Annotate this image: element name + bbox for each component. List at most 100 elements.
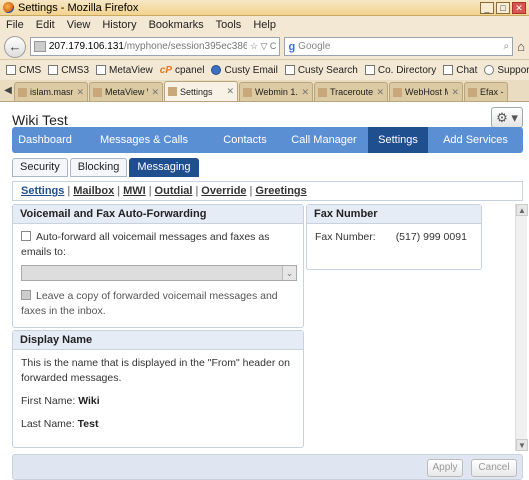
display-name-panel: Display Name This is the name that is di… <box>12 330 304 448</box>
browser-tab[interactable]: WebHost Ma...✕ <box>389 82 463 101</box>
fax-number-value: (517) 999 0091 <box>395 231 467 243</box>
browser-tab[interactable]: islam.masnm...✕ <box>14 82 88 101</box>
tab-close-icon[interactable]: ✕ <box>76 87 84 98</box>
nav-dashboard[interactable]: Dashboard <box>12 127 78 153</box>
tab-scroll-left-icon[interactable]: ◀ <box>2 85 14 96</box>
link-mwi[interactable]: MWI <box>123 185 146 197</box>
tab-messaging[interactable]: Messaging <box>129 158 199 177</box>
bookmark-co-directory[interactable]: Co. Directory <box>364 65 436 76</box>
keep-copy-option: Leave a copy of forwarded voicemail mess… <box>21 289 295 319</box>
first-name-value: Wiki <box>78 395 100 407</box>
url-path: /myphone/session395ec38631c <box>123 41 247 52</box>
tab-close-icon[interactable]: ✕ <box>226 86 234 97</box>
browser-tab[interactable]: Efax - <box>464 82 508 101</box>
bookmark-icon <box>443 65 454 75</box>
tab-favicon-icon <box>468 87 477 97</box>
url-controls[interactable]: ☆ ▽ C <box>250 41 277 52</box>
menu-file[interactable]: File <box>6 19 24 31</box>
scroll-down-icon[interactable]: ▼ <box>516 439 528 451</box>
gear-icon[interactable]: ⚙ ▾ <box>491 107 523 128</box>
auto-forward-checkbox[interactable] <box>21 231 31 241</box>
maximize-button[interactable]: □ <box>496 1 510 14</box>
display-name-description: This is the name that is displayed in th… <box>21 357 290 384</box>
separator: | <box>249 185 253 197</box>
browser-tab[interactable]: MetaView W...✕ <box>89 82 163 101</box>
url-bar[interactable]: 207.179.106.131/myphone/session395ec3863… <box>29 37 281 56</box>
bookmark-cpanel[interactable]: cP cpanel <box>160 65 205 76</box>
menu-tools[interactable]: Tools <box>216 19 242 31</box>
bookmark-support-clock[interactable]: Support Clock <box>484 65 529 76</box>
firefox-icon <box>3 2 14 13</box>
link-settings[interactable]: Settings <box>21 185 64 197</box>
tab-security[interactable]: Security <box>12 158 68 177</box>
tab-label: islam.masnm... <box>30 87 73 97</box>
bookmark-cms3[interactable]: CMS3 <box>48 65 89 76</box>
tab-favicon-icon <box>168 87 177 96</box>
minimize-button[interactable]: _ <box>480 1 494 14</box>
menu-view[interactable]: View <box>67 19 91 31</box>
tab-label: MetaView W... <box>105 87 148 97</box>
tab-strip: ◀ islam.masnm...✕ MetaView W...✕ Setting… <box>0 80 529 102</box>
last-name-row: Last Name: Test <box>21 417 295 432</box>
last-name-value: Test <box>77 418 99 430</box>
menu-help[interactable]: Help <box>253 19 276 31</box>
link-override[interactable]: Override <box>201 185 246 197</box>
window-titlebar: Settings - Mozilla Firefox _ □ ✕ <box>0 0 529 16</box>
tab-label: Settings <box>180 86 213 97</box>
close-button[interactable]: ✕ <box>512 1 526 14</box>
page-content: Wiki Test ⚙ ▾ Dashboard Messages & Calls… <box>0 103 529 480</box>
scroll-up-icon[interactable]: ▲ <box>516 204 528 216</box>
bookmark-custy-email[interactable]: Custy Email <box>211 65 278 76</box>
display-name-panel-title: Display Name <box>13 331 303 350</box>
nav-settings[interactable]: Settings <box>368 127 428 153</box>
menu-history[interactable]: History <box>102 19 136 31</box>
browser-tab-active[interactable]: Settings ✕ <box>164 81 238 101</box>
bookmark-metaview[interactable]: MetaView <box>96 65 153 76</box>
menu-edit[interactable]: Edit <box>36 19 55 31</box>
search-bar[interactable]: g Google ⌕ <box>284 37 514 56</box>
menu-bar: File Edit View History Bookmarks Tools H… <box>0 16 529 34</box>
content-scrollbar[interactable]: ▲ ▼ <box>515 204 528 451</box>
bookmark-cms[interactable]: CMS <box>6 65 41 76</box>
tab-close-icon[interactable]: ✕ <box>376 87 384 98</box>
nav-messages-calls[interactable]: Messages & Calls <box>78 127 210 153</box>
keep-copy-checkbox[interactable] <box>21 290 31 300</box>
nav-contacts[interactable]: Contacts <box>210 127 280 153</box>
bookmark-icon <box>284 65 295 75</box>
bookmark-icon <box>6 65 16 75</box>
keep-copy-label: Leave a copy of forwarded voicemail mess… <box>21 290 278 317</box>
tab-close-icon[interactable]: ✕ <box>301 87 309 98</box>
bookmark-custy-search[interactable]: Custy Search <box>284 65 358 76</box>
nav-call-manager[interactable]: Call Manager <box>280 127 368 153</box>
form-footer: Apply Cancel <box>12 454 523 480</box>
tab-close-icon[interactable]: ✕ <box>451 87 459 98</box>
back-button[interactable]: ← <box>4 35 26 58</box>
browser-tab[interactable]: Traceroute, ...✕ <box>314 82 388 101</box>
tab-label: WebHost Ma... <box>405 87 448 97</box>
url-text[interactable]: 207.179.106.131/myphone/session395ec3863… <box>49 41 247 52</box>
menu-bookmarks[interactable]: Bookmarks <box>149 19 204 31</box>
separator: | <box>67 185 71 197</box>
google-icon[interactable]: g <box>288 41 295 53</box>
chevron-down-icon[interactable]: ⌄ <box>282 266 296 280</box>
search-icon[interactable]: ⌕ <box>504 41 510 52</box>
link-outdial[interactable]: Outdial <box>155 185 193 197</box>
separator: | <box>117 185 121 197</box>
bookmark-label: Chat <box>456 64 478 76</box>
last-name-label: Last Name: <box>21 418 75 430</box>
tab-blocking[interactable]: Blocking <box>69 158 128 177</box>
bookmark-chat[interactable]: Chat <box>443 65 477 76</box>
site-identity-icon[interactable] <box>33 41 46 52</box>
forwarding-panel: Voicemail and Fax Auto-Forwarding Auto-f… <box>12 204 304 328</box>
link-greetings[interactable]: Greetings <box>255 185 306 197</box>
apply-button[interactable]: Apply <box>427 459 463 477</box>
home-icon[interactable]: ⌂ <box>517 39 525 54</box>
browser-tab[interactable]: Webmin 1.35...✕ <box>239 82 313 101</box>
link-mailbox[interactable]: Mailbox <box>73 185 114 197</box>
nav-add-services[interactable]: Add Services <box>428 127 523 153</box>
tab-close-icon[interactable]: ✕ <box>151 87 159 98</box>
search-input[interactable]: Google <box>298 41 500 52</box>
bookmark-label: CMS <box>19 64 42 76</box>
cancel-button[interactable]: Cancel <box>471 459 517 477</box>
forward-email-select[interactable]: ⌄ <box>21 265 297 281</box>
